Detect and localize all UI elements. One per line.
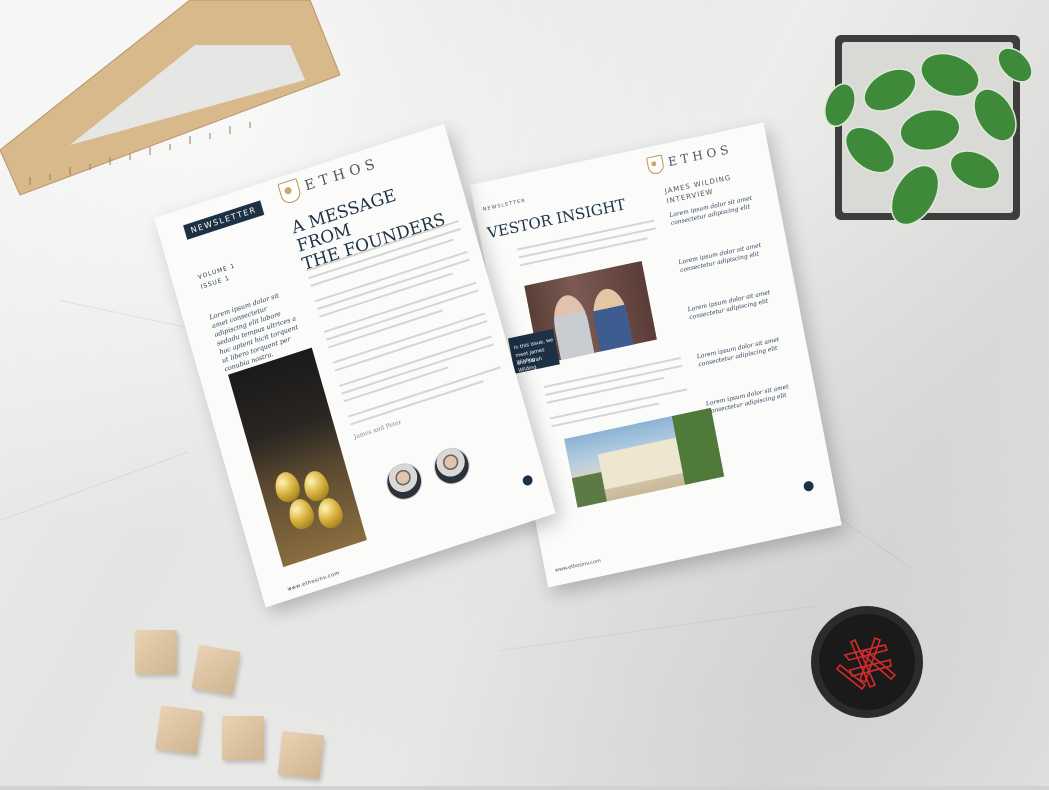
frame-bottom-border [0, 786, 1049, 790]
column-item: Lorem ipsum dolor sit amet consectetur a… [696, 336, 781, 369]
footer-website: www.ethosinv.com [286, 570, 341, 593]
wooden-block [222, 716, 264, 760]
marble-desk-scene: ETHOS NEWSLETTER VESTOR INSIGHT JAMES WI… [0, 0, 1049, 790]
shield-icon [646, 154, 666, 176]
body-text-line [328, 309, 443, 349]
body-text-line [543, 356, 682, 389]
photo-caption: In this issue, we meet James Wilding and… [507, 328, 560, 374]
marble-vein [0, 451, 189, 521]
body-text-line [350, 380, 484, 426]
newsletter-tag: NEWSLETTER [183, 200, 265, 240]
ethos-logo: ETHOS [646, 140, 734, 176]
column-item: Lorem ipsum dolor sit amet consectetur a… [687, 288, 771, 322]
shrub [571, 472, 607, 508]
volume-info: VOLUME 1 ISSUE 1 [197, 261, 239, 292]
wooden-block [155, 705, 203, 755]
column-item: Lorem ipsum dolor sit amet consectetur a… [705, 383, 790, 416]
building-photo [564, 407, 725, 508]
wooden-block [191, 644, 241, 696]
shield-icon [277, 178, 303, 206]
founder-portrait [429, 443, 474, 489]
section-tag: NEWSLETTER [482, 197, 527, 213]
body-text-line [549, 388, 688, 420]
footer-website: www.ethosinv.com [554, 558, 602, 574]
potted-fittonia-plant [824, 35, 1033, 226]
page-number-badge [802, 480, 815, 493]
marble-vein [499, 605, 817, 651]
building-facade [597, 437, 683, 490]
founder-portrait [382, 458, 427, 505]
column-item: Lorem ipsum dolor sit amet consectetur a… [677, 241, 762, 275]
page-number-badge [521, 474, 534, 487]
person-figure [588, 285, 634, 352]
golden-eggs-photo [228, 347, 367, 568]
brand-name: ETHOS [666, 141, 734, 170]
wooden-block [277, 730, 325, 780]
wooden-block [135, 630, 177, 674]
paperclip-dish [811, 606, 923, 718]
